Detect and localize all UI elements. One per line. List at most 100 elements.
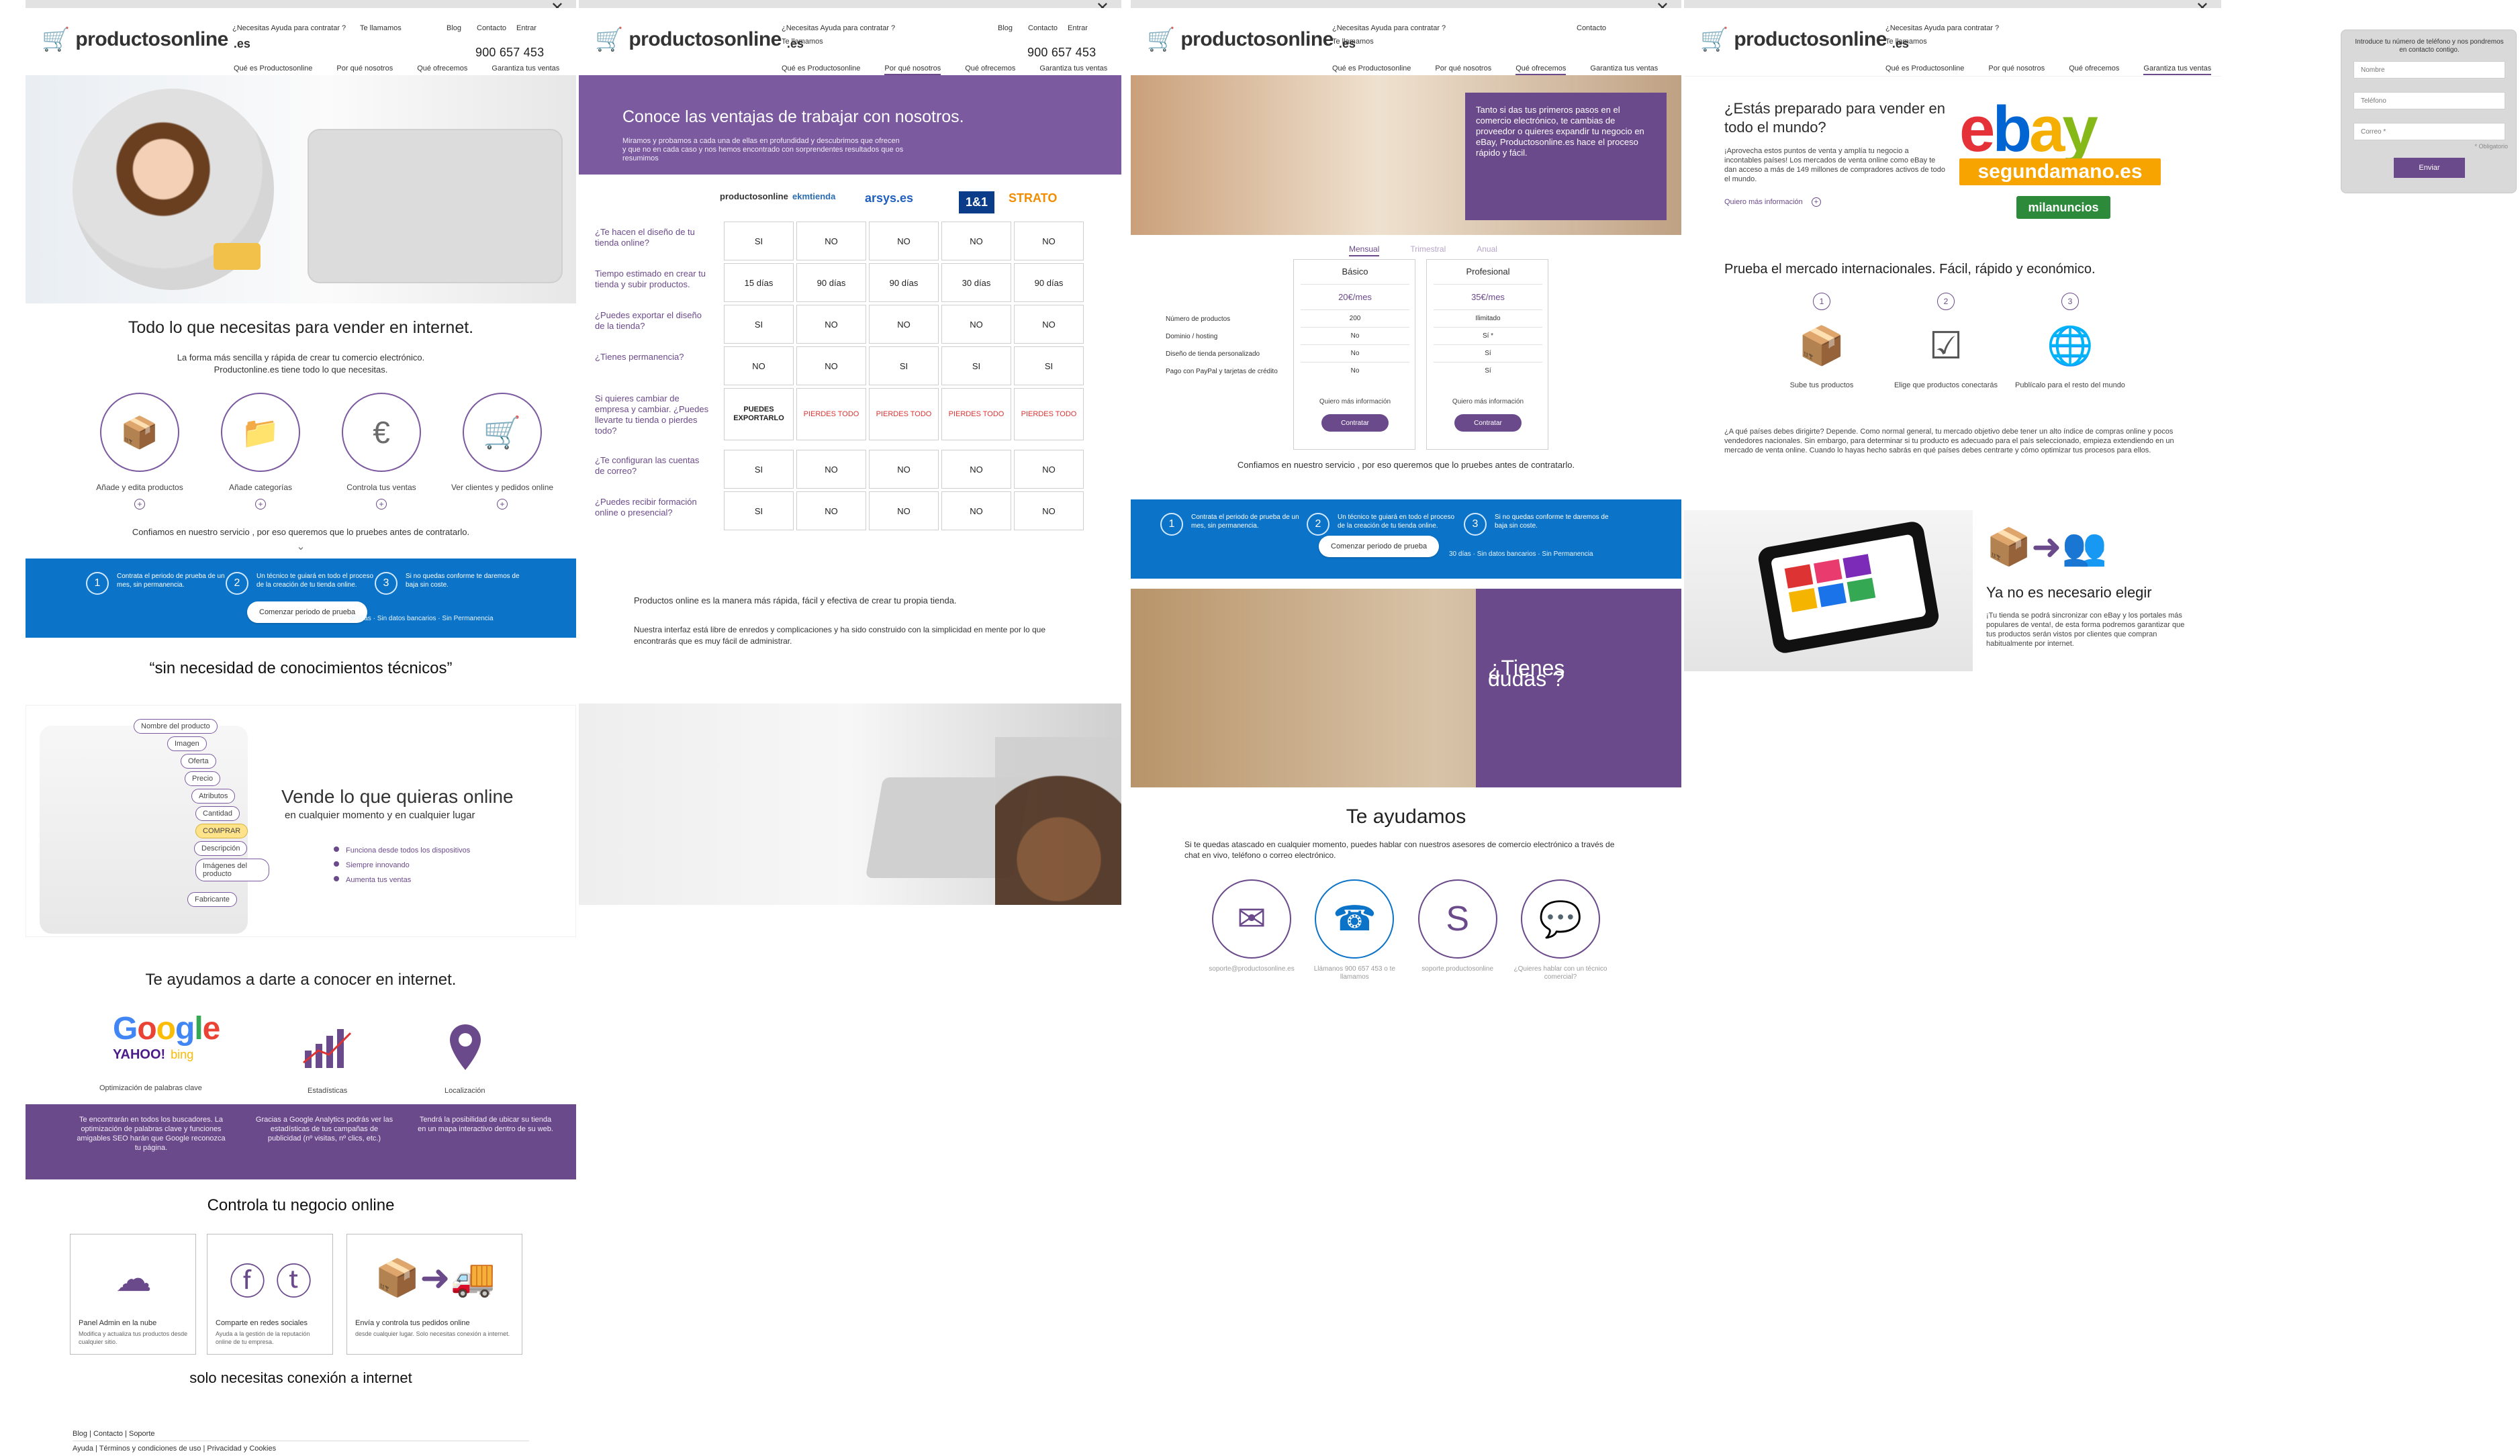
plan-contratar-button[interactable]: Contratar <box>1454 414 1522 432</box>
logo[interactable]: 🛒 productosonline .es <box>1147 28 1356 51</box>
trial-button[interactable]: Comenzar periodo de prueba <box>1319 536 1440 557</box>
nav-item-garantiza[interactable]: Garantiza tus ventas <box>1039 64 1107 75</box>
feature-categories: 📁 Añade categorías + <box>200 393 321 509</box>
call-us[interactable]: Te llamamos <box>360 24 402 32</box>
table-cell: 90 días <box>1014 263 1084 302</box>
top-link-entrar[interactable]: Entrar <box>1068 24 1088 32</box>
nav-item-que-es[interactable]: Qué es Productosonline <box>1885 64 1964 75</box>
top-link-blog[interactable]: Blog <box>998 24 1013 32</box>
callback-send-button[interactable]: Enviar <box>2394 158 2465 178</box>
tab-trimestral[interactable]: Trimestral <box>1410 244 1446 256</box>
nav-item-que-ofrecemos[interactable]: Qué ofrecemos <box>417 64 467 72</box>
market-steps: 1 📦 Sube tus productos 2 ☑ Elige que pro… <box>1765 293 2127 414</box>
nav-item-garantiza[interactable]: Garantiza tus ventas <box>492 64 559 72</box>
header: 🛒 productosonline .es ¿Necesitas Ayuda p… <box>26 8 576 77</box>
table-cell: NO <box>796 222 866 260</box>
nav-item-que-ofrecemos[interactable]: Qué ofrecemos <box>2069 64 2119 75</box>
quote: “sin necesidad de conocimientos técnicos… <box>149 659 453 677</box>
call-us[interactable]: Te llamamos <box>782 38 823 46</box>
phone-icon[interactable]: ☎ <box>1315 879 1395 959</box>
trial-step-1: 1 Contrata el periodo de prueba de un me… <box>86 572 238 595</box>
nav-item-que-es[interactable]: Qué es Productosonline <box>234 64 312 72</box>
table-cell: 90 días <box>796 263 866 302</box>
phone-number[interactable]: 900 657 453 <box>475 46 544 60</box>
skype-icon[interactable]: S <box>1417 879 1497 959</box>
chat-icon[interactable]: 💬 <box>1520 879 1600 959</box>
feature-name: Diseño de tienda personalizado <box>1166 350 1260 358</box>
feature-sales: € Controla tus ventas + <box>321 393 442 509</box>
phone-number[interactable]: 900 657 453 <box>1027 46 1096 60</box>
bullet: Funciona desde todos los dispositivos <box>334 846 470 855</box>
top-link-contacto[interactable]: Contacto <box>477 24 506 32</box>
table-cell: NO <box>1014 450 1084 489</box>
contact-phone: ☎ Llámanos 900 657 453 o te llamamos <box>1307 879 1401 987</box>
top-link-blog[interactable]: Blog <box>447 24 461 32</box>
mail-icon[interactable]: ✉ <box>1212 879 1291 959</box>
top-link-contacto[interactable]: Contacto <box>1577 24 1606 32</box>
nav-item-que-es[interactable]: Qué es Productosonline <box>1332 64 1411 75</box>
sell-online-block: Nombre del producto Imagen Oferta Precio… <box>26 705 576 937</box>
nav-item-por-que[interactable]: Por qué nosotros <box>884 64 941 75</box>
callback-email-field[interactable] <box>2353 123 2505 140</box>
chevron-down-icon[interactable]: ⌄ <box>26 541 576 553</box>
hero-card-image <box>214 243 261 270</box>
main-nav: Qué es Productosonline Por qué nosotros … <box>782 64 1107 75</box>
trial-bluebar: 1 Contrata el periodo de prueba de un me… <box>1131 499 1681 579</box>
plan-contratar-button[interactable]: Contratar <box>1321 414 1389 432</box>
top-link-entrar[interactable]: Entrar <box>516 24 536 32</box>
step-text: Un técnico te guiará en todo el proceso … <box>1338 514 1454 530</box>
market-step-1: 1 📦 Sube tus productos <box>1765 293 1879 390</box>
table-cell: NO <box>796 450 866 489</box>
plan-more-info[interactable]: Quiero más información <box>1427 398 1549 405</box>
nav-item-garantiza[interactable]: Garantiza tus ventas <box>1590 64 1658 75</box>
call-us[interactable]: Te llamamos <box>1885 38 1927 46</box>
logo[interactable]: 🛒 productosonline .es <box>1700 28 1909 51</box>
table-question: ¿Te hacen el diseño de tu tienda online? <box>595 227 695 248</box>
plus-icon[interactable]: + <box>1811 197 1821 207</box>
plan-price: 20€/mes <box>1338 292 1372 302</box>
nav-item-que-ofrecemos[interactable]: Qué ofrecemos <box>1515 64 1567 75</box>
market-step-2: 2 ☑ Elige que productos conectarás <box>1889 293 2003 390</box>
logo[interactable]: 🛒 productosonline .es <box>42 28 250 51</box>
call-us[interactable]: Te llamamos <box>1332 38 1374 46</box>
globe-icon: 🌐 <box>2047 324 2094 367</box>
nav-item-por-que[interactable]: Por qué nosotros <box>1435 64 1491 75</box>
trial-step-2: 2 Un técnico te guiará en todo el proces… <box>1307 513 1458 536</box>
nav-item-que-ofrecemos[interactable]: Qué ofrecemos <box>965 64 1015 75</box>
plus-icon[interactable]: + <box>134 499 145 509</box>
nav-item-garantiza[interactable]: Garantiza tus ventas <box>2143 64 2212 75</box>
plus-icon[interactable]: + <box>255 499 266 509</box>
plus-icon[interactable]: + <box>376 499 387 509</box>
footer-links-2[interactable]: Ayuda | Términos y condiciones de uso | … <box>73 1445 276 1453</box>
top-link-contacto[interactable]: Contacto <box>1028 24 1058 32</box>
footer-links-1[interactable]: Blog | Contacto | Soporte <box>73 1430 155 1438</box>
table-cell: NO <box>941 222 1011 260</box>
questions-purple-panel: ¿Tienes dudas ? <box>1476 589 1681 787</box>
nav-item-que-es[interactable]: Qué es Productosonline <box>782 64 860 75</box>
logo[interactable]: 🛒 productosonline .es <box>595 28 804 51</box>
brand-logo: arsys.es <box>865 191 914 205</box>
callback-phone-field[interactable] <box>2353 92 2505 109</box>
plan-value: Ilimitado <box>1475 315 1501 322</box>
help-contract: ¿Necesitas Ayuda para contratar ? <box>1885 24 2000 32</box>
tab-mensual[interactable]: Mensual <box>1349 244 1380 256</box>
table-cell: 15 días <box>724 263 794 302</box>
cart-logo-icon: 🛒 <box>595 27 624 52</box>
control-box-desc: Ayuda a la gestión de la reputación onli… <box>216 1330 310 1345</box>
stats-icon <box>303 1029 352 1068</box>
plus-icon[interactable]: + <box>497 499 508 509</box>
tab-anual[interactable]: Anual <box>1477 244 1497 256</box>
table-cell: NO <box>1014 222 1084 260</box>
nav-item-por-que[interactable]: Por qué nosotros <box>336 64 393 72</box>
table-cell: 30 días <box>941 263 1011 302</box>
plan-more-info[interactable]: Quiero más información <box>1294 398 1416 405</box>
more-info-link[interactable]: Quiero más información + <box>1724 197 1946 207</box>
folder-icon: 📁 <box>221 393 300 472</box>
ebay-logo: ebay <box>1959 93 2098 165</box>
phone-tag: Imágenes del producto <box>195 859 269 881</box>
nav-item-por-que[interactable]: Por qué nosotros <box>1988 64 2045 75</box>
help-contract: ¿Necesitas Ayuda para contratar ? <box>232 24 346 32</box>
warehouse-hero-text: Tanto si das tus primeros pasos en el co… <box>1476 105 1644 158</box>
callback-name-field[interactable] <box>2353 61 2505 79</box>
market-title: Prueba el mercado internacionales. Fácil… <box>1724 262 2096 277</box>
